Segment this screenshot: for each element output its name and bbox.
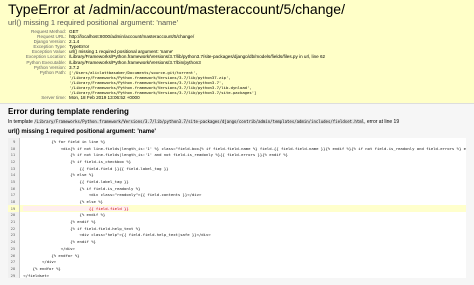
meta-value: /Library/Frameworks/Python.framework/Ver… [69,54,326,60]
error-summary: TypeError at /admin/account/masteraccoun… [0,0,474,104]
source-line: 21 {% endif %} [8,218,466,225]
source-line: 14 {% else %} [8,171,466,179]
source-line: 26 {% endfor %} [8,251,466,259]
source-line: 24 {% endif %} [8,238,466,245]
line-code: {% endfor %} [23,265,61,271]
source-line: 22 {% if field.field.help_text %} [8,224,466,232]
line-code: {% endfor %} [23,252,80,258]
line-number: 13 [8,164,21,172]
line-number: 12 [8,158,21,165]
meta-row: Exception Location:/Library/Frameworks/P… [8,54,325,59]
line-code: {% else %} [23,199,103,205]
line-code: {% else %} [23,172,94,178]
python-path-value: ['/Users/aliclattbasaber/Documents/sourc… [69,70,325,95]
line-number: 26 [8,251,21,259]
line-number: 9 [8,138,21,145]
template-error-heading: Error during template rendering [8,107,129,116]
line-code: <div class="readonly">{{ field.contents … [23,192,202,198]
meta-label: Server time: [41,95,66,101]
line-number: 23 [8,231,21,239]
line-number: 10 [8,144,21,152]
template-error-section: Error during template rendering In templ… [0,104,474,285]
error-highlight: {{ field.field }} [23,205,129,211]
source-line: 25 </div> [8,245,466,252]
page-title: TypeError at /admin/account/masteraccoun… [8,1,345,17]
source-line: 9 {% for field in line %} [8,138,466,145]
line-number: 16 [8,184,21,192]
source-line: 10 <div{% if not line.fields|length_is:'… [8,144,466,152]
source-line: 29 </fieldset> [8,271,466,279]
line-number: 27 [8,258,21,266]
source-line: 27 </div> [8,258,466,266]
source-line: 20 {% endif %} [8,211,466,219]
source-line: 16 {% if field.is_readonly %} [8,184,466,192]
line-number: 21 [8,218,21,225]
source-line: 12 {% if field.is_checkbox %} [8,158,466,165]
line-number: 17 [8,191,21,199]
line-code: </fieldset> [23,272,50,278]
source-line-error: 19 {{ field.field }} [8,204,466,212]
meta-row-python-path: Python Path: ['/Users/aliclattbasaber/Do… [8,70,325,95]
line-code: {% if not line.fields|length_is:'1' and … [23,152,288,158]
request-meta-table: Request Method: GET Request URL: http://loc… [8,29,325,100]
source-line: 15 {{ field.label_tag }} [8,178,466,185]
line-code: {% if field.is_checkbox %} [23,158,132,164]
meta-label: Python Path: [39,69,66,75]
line-code: {% endif %} [23,212,106,218]
source-line: 28 {% endfor %} [8,265,466,272]
intro-suffix: , error at line 19 [364,119,400,125]
line-code: {{ field.field }} [19,204,466,212]
meta-row-server-time: Server time: Mon, 18 Feb 2019 13:06:52 +… [8,95,325,100]
source-line: 11 {% if not line.fields|length_is:'1' a… [8,151,466,159]
template-error-intro: In template /Library/Frameworks/Python.f… [8,118,466,126]
line-number: 25 [8,245,21,252]
template-error-title: url() missing 1 required positional argu… [8,129,156,135]
server-time-value: Mon, 18 Feb 2019 13:06:52 +0000 [69,95,140,101]
source-line: 23 <div class="help">{{ field.field.help… [8,231,466,239]
intro-prefix: In template [8,119,33,125]
line-code: {% if field.field.help_text %} [23,225,141,231]
source-line: 18 {% else %} [8,198,466,205]
line-code: <div{% if not line.fields|length_is:'1' … [23,145,466,151]
line-number: 19 [8,204,21,212]
line-code: </div> [23,259,57,265]
line-code: <div class="help">{{ field.field.help_te… [23,232,211,238]
line-code: {{ field.field }}{{ field.label_tag }} [23,165,169,171]
source-line: 17 <div class="readonly">{{ field.conten… [8,191,466,199]
line-code: {% endif %} [23,219,96,225]
line-number: 15 [8,178,21,185]
source-line: 13 {{ field.field }}{{ field.label_tag }… [8,164,466,172]
line-number: 11 [8,151,21,159]
line-code: </div> [23,245,75,251]
line-number: 18 [8,198,21,205]
line-number: 20 [8,211,21,219]
template-source-table: 9 {% for field in line %} 10 <div{% if no… [8,138,466,279]
line-number: 29 [8,271,21,279]
line-code: {{ field.label_tag }} [23,178,129,184]
line-number: 24 [8,238,21,245]
line-code: {% endif %} [23,239,96,245]
template-path: /Library/Frameworks/Python.framework/Ver… [34,119,365,124]
line-code: {% for field in line %} [23,138,106,144]
line-number: 28 [8,265,21,272]
line-number: 14 [8,171,21,179]
line-code: {% if field.is_readonly %} [23,185,141,191]
exception-message: url() missing 1 required positional argu… [8,18,179,27]
line-number: 22 [8,224,21,232]
